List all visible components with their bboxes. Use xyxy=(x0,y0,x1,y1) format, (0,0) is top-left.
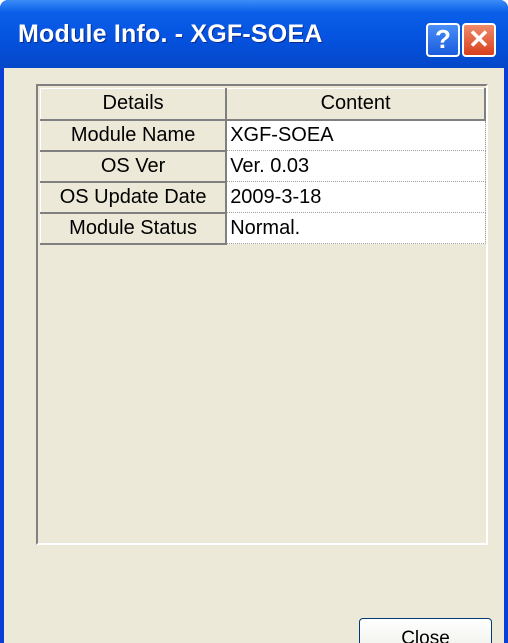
table-header-row: Details Content xyxy=(40,88,486,121)
table-row[interactable]: OS Ver Ver. 0.03 xyxy=(40,150,486,183)
row-label-module-name: Module Name xyxy=(40,119,228,152)
table-row[interactable]: OS Update Date 2009-3-18 xyxy=(40,181,486,214)
row-label-os-ver: OS Ver xyxy=(40,150,228,183)
column-header-details[interactable]: Details xyxy=(40,88,228,121)
column-header-content[interactable]: Content xyxy=(225,88,486,121)
window-close-button[interactable]: ✕ xyxy=(462,23,496,57)
window-title: Module Info. - XGF-SOEA xyxy=(18,20,323,48)
row-value-module-name[interactable]: XGF-SOEA xyxy=(226,119,486,151)
info-table: Details Content Module Name XGF-SOEA OS … xyxy=(40,88,486,245)
dialog-window: Module Info. - XGF-SOEA ? ✕ Details Cont… xyxy=(0,0,508,643)
row-label-os-update-date: OS Update Date xyxy=(40,181,228,214)
dialog-client-area: Details Content Module Name XGF-SOEA OS … xyxy=(4,68,504,643)
close-button[interactable]: Close xyxy=(359,618,492,643)
row-value-module-status[interactable]: Normal. xyxy=(226,212,486,244)
table-row[interactable]: Module Status Normal. xyxy=(40,212,486,245)
title-bar[interactable]: Module Info. - XGF-SOEA ? ✕ xyxy=(0,0,508,68)
help-button[interactable]: ? xyxy=(426,23,460,57)
help-icon: ? xyxy=(435,24,451,54)
row-label-module-status: Module Status xyxy=(40,212,228,245)
row-value-os-ver[interactable]: Ver. 0.03 xyxy=(226,150,486,182)
close-icon: ✕ xyxy=(468,24,490,54)
info-grid[interactable]: Details Content Module Name XGF-SOEA OS … xyxy=(36,84,488,545)
row-value-os-update-date[interactable]: 2009-3-18 xyxy=(226,181,486,213)
table-row[interactable]: Module Name XGF-SOEA xyxy=(40,119,486,152)
